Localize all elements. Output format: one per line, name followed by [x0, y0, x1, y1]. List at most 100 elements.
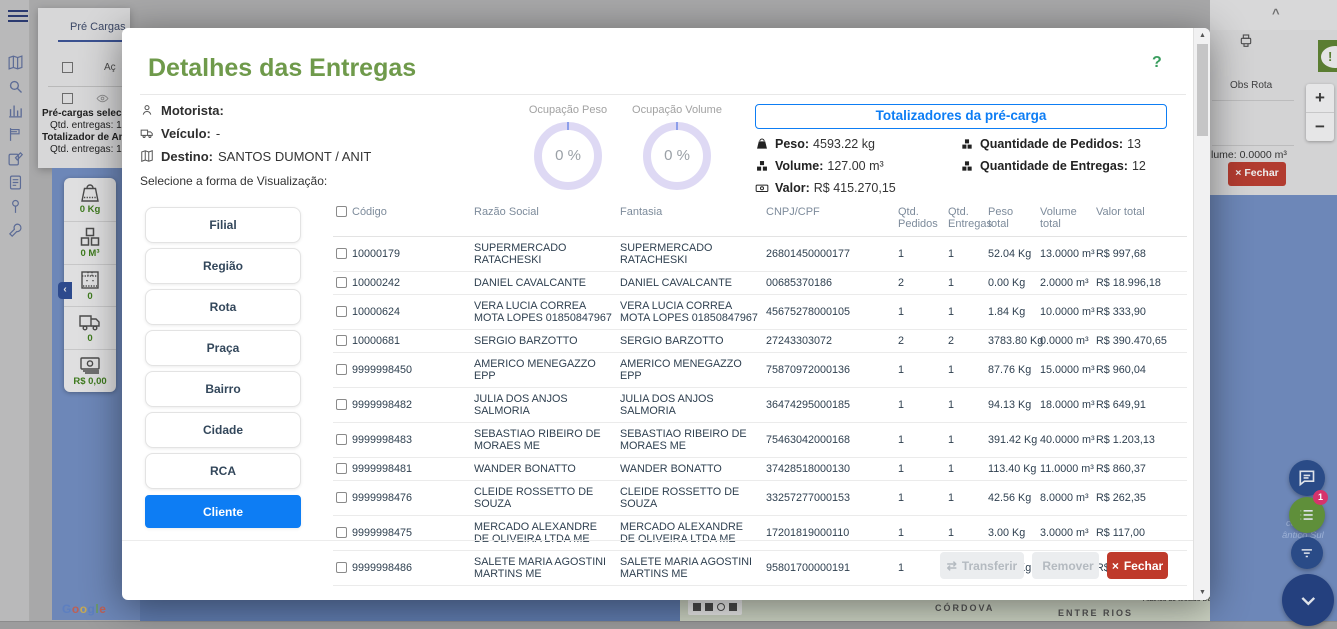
transferir-button[interactable]: ⇄ Transferir [940, 552, 1024, 579]
pin-icon[interactable] [7, 198, 24, 215]
list-icon [1297, 505, 1317, 525]
table-row[interactable]: 9999998483SEBASTIAO RIBEIRO DE MORAES ME… [333, 423, 1187, 458]
detalhes-entregas-modal: Detalhes das Entregas ? Motorista: Veícu… [122, 28, 1210, 600]
cell: 37428518000130 [763, 458, 895, 481]
doc-icon[interactable] [7, 174, 24, 191]
row-checkbox[interactable] [62, 93, 73, 104]
view-button-rota[interactable]: Rota [145, 289, 301, 325]
edit-icon[interactable] [7, 150, 24, 167]
zoom-in-button[interactable]: + [1306, 84, 1334, 112]
zoom-out-button[interactable]: − [1306, 112, 1334, 140]
table-row[interactable]: 10000681SERGIO BARZOTTOSERGIO BARZOTTO27… [333, 330, 1187, 353]
widget-cubes: 0 M³ [64, 221, 116, 264]
map-street-view-controls[interactable] [688, 599, 742, 615]
square-icon[interactable] [729, 603, 737, 611]
scroll-down-button[interactable] [1282, 574, 1334, 626]
cell: 10000681 [333, 330, 471, 353]
row-checkbox[interactable] [336, 399, 347, 410]
table-row[interactable]: 10000179SUPERMERCADO RATACHESKISUPERMERC… [333, 237, 1187, 272]
truck-icon [140, 126, 154, 140]
row-checkbox[interactable] [336, 306, 347, 317]
background-fechar-button[interactable]: × Fechar [1228, 162, 1286, 186]
view-button-praça[interactable]: Praça [145, 330, 301, 366]
cell: 33257277000153 [763, 481, 895, 516]
row-checkbox[interactable] [336, 335, 347, 346]
scrollbar-down-icon[interactable]: ▼ [1194, 589, 1210, 596]
totalizadores-header[interactable]: Totalizadores da pré-carga [755, 104, 1167, 129]
view-button-cliente[interactable]: Cliente [145, 495, 301, 528]
cell: 1 [895, 423, 945, 458]
cell: 10000624 [333, 295, 471, 330]
widget-value: R$ 0,00 [64, 376, 116, 387]
cell: AMERICO MENEGAZZO EPP [617, 353, 763, 388]
view-button-região[interactable]: Região [145, 248, 301, 284]
collapse-panel-button[interactable]: ‹ [58, 282, 72, 299]
help-icon[interactable]: ? [1152, 54, 1162, 72]
row-checkbox[interactable] [336, 364, 347, 375]
destino-label: Destino: [161, 149, 213, 164]
scrollbar-up-icon[interactable]: ▲ [1194, 32, 1210, 39]
row-checkbox[interactable] [336, 248, 347, 259]
eye-icon[interactable] [96, 92, 109, 105]
search-icon[interactable] [7, 78, 24, 95]
remover-button[interactable]: Remover [1032, 552, 1099, 579]
circle-icon[interactable] [717, 603, 725, 611]
fechar-button[interactable]: × Fechar [1107, 552, 1168, 579]
row-checkbox[interactable] [336, 463, 347, 474]
pegman-icon[interactable] [693, 603, 701, 611]
cell: SALETE MARIA AGOSTINI MARTINS ME [471, 551, 617, 586]
table-row[interactable]: 9999998481WANDER BONATTOWANDER BONATTO37… [333, 458, 1187, 481]
row-checkbox[interactable] [336, 527, 347, 538]
qtd-entregas-1: Qtd. entregas: 12 [50, 120, 127, 131]
cell: 9999998486 [333, 551, 471, 586]
table-row[interactable]: 9999998450AMERICO MENEGAZZO EPPAMERICO M… [333, 353, 1187, 388]
map-water-strip [140, 600, 680, 622]
cell: 1.84 Kg [985, 295, 1037, 330]
row-checkbox[interactable] [336, 562, 347, 573]
cell: 1 [945, 481, 985, 516]
chevron-up-icon[interactable]: ^ [1272, 6, 1280, 21]
cell: 1 [945, 237, 985, 272]
table-header-row: CódigoRazão SocialFantasiaCNPJ/CPFQtd. P… [333, 200, 1187, 237]
deliveries-table-wrap: CódigoRazão SocialFantasiaCNPJ/CPFQtd. P… [333, 200, 1185, 586]
map-icon[interactable] [7, 54, 24, 71]
cell: R$ 18.996,18 [1093, 272, 1187, 295]
weight-icon [755, 137, 769, 151]
hamburger-menu-icon[interactable] [8, 10, 28, 24]
cell: R$ 390.470,65 [1093, 330, 1187, 353]
modal-scrollbar[interactable]: ▲ ▼ [1193, 28, 1210, 600]
column-header: Fantasia [617, 200, 763, 237]
veiculo-row: Veículo: - [140, 125, 220, 141]
widget-value: 0 [64, 333, 116, 344]
wrench-icon[interactable] [7, 222, 24, 239]
filter-button[interactable] [1291, 537, 1323, 569]
cell: 00685370186 [763, 272, 895, 295]
bird-icon[interactable] [705, 603, 713, 611]
horizontal-scrollbar[interactable] [0, 621, 1337, 629]
gauge-volume-label: Ocupação Volume [611, 104, 743, 116]
row-checkbox[interactable] [336, 277, 347, 288]
flag-icon[interactable] [7, 126, 24, 143]
cell: MERCADO ALEXANDRE DE OLIVEIRA LTDA ME [471, 516, 617, 551]
view-button-bairro[interactable]: Bairro [145, 371, 301, 407]
row-checkbox[interactable] [336, 492, 347, 503]
table-row[interactable]: 9999998482JULIA DOS ANJOS SALMORIAJULIA … [333, 388, 1187, 423]
select-all-checkbox[interactable] [62, 62, 73, 73]
table-row[interactable]: 9999998476CLEIDE ROSSETTO DE SOUZACLEIDE… [333, 481, 1187, 516]
motorista-label: Motorista: [161, 103, 224, 118]
tab-pre-cargas[interactable]: Pré Cargas [70, 21, 126, 33]
table-row[interactable]: 9999998475MERCADO ALEXANDRE DE OLIVEIRA … [333, 516, 1187, 551]
view-button-cidade[interactable]: Cidade [145, 412, 301, 448]
row-checkbox[interactable] [336, 434, 347, 445]
column-header: Peso total [985, 200, 1037, 237]
chart-icon[interactable] [7, 102, 24, 119]
cell: 75463042000168 [763, 423, 895, 458]
scrollbar-thumb[interactable] [1197, 44, 1208, 136]
table-row[interactable]: 10000242DANIEL CAVALCANTEDANIEL CAVALCAN… [333, 272, 1187, 295]
view-button-rca[interactable]: RCA [145, 453, 301, 489]
select-all-checkbox[interactable] [336, 206, 347, 217]
printer-icon[interactable] [1238, 33, 1254, 49]
widget-truck: 0 [64, 306, 116, 349]
table-row[interactable]: 10000624VERA LUCIA CORREA MOTA LOPES 018… [333, 295, 1187, 330]
view-button-filial[interactable]: Filial [145, 207, 301, 243]
